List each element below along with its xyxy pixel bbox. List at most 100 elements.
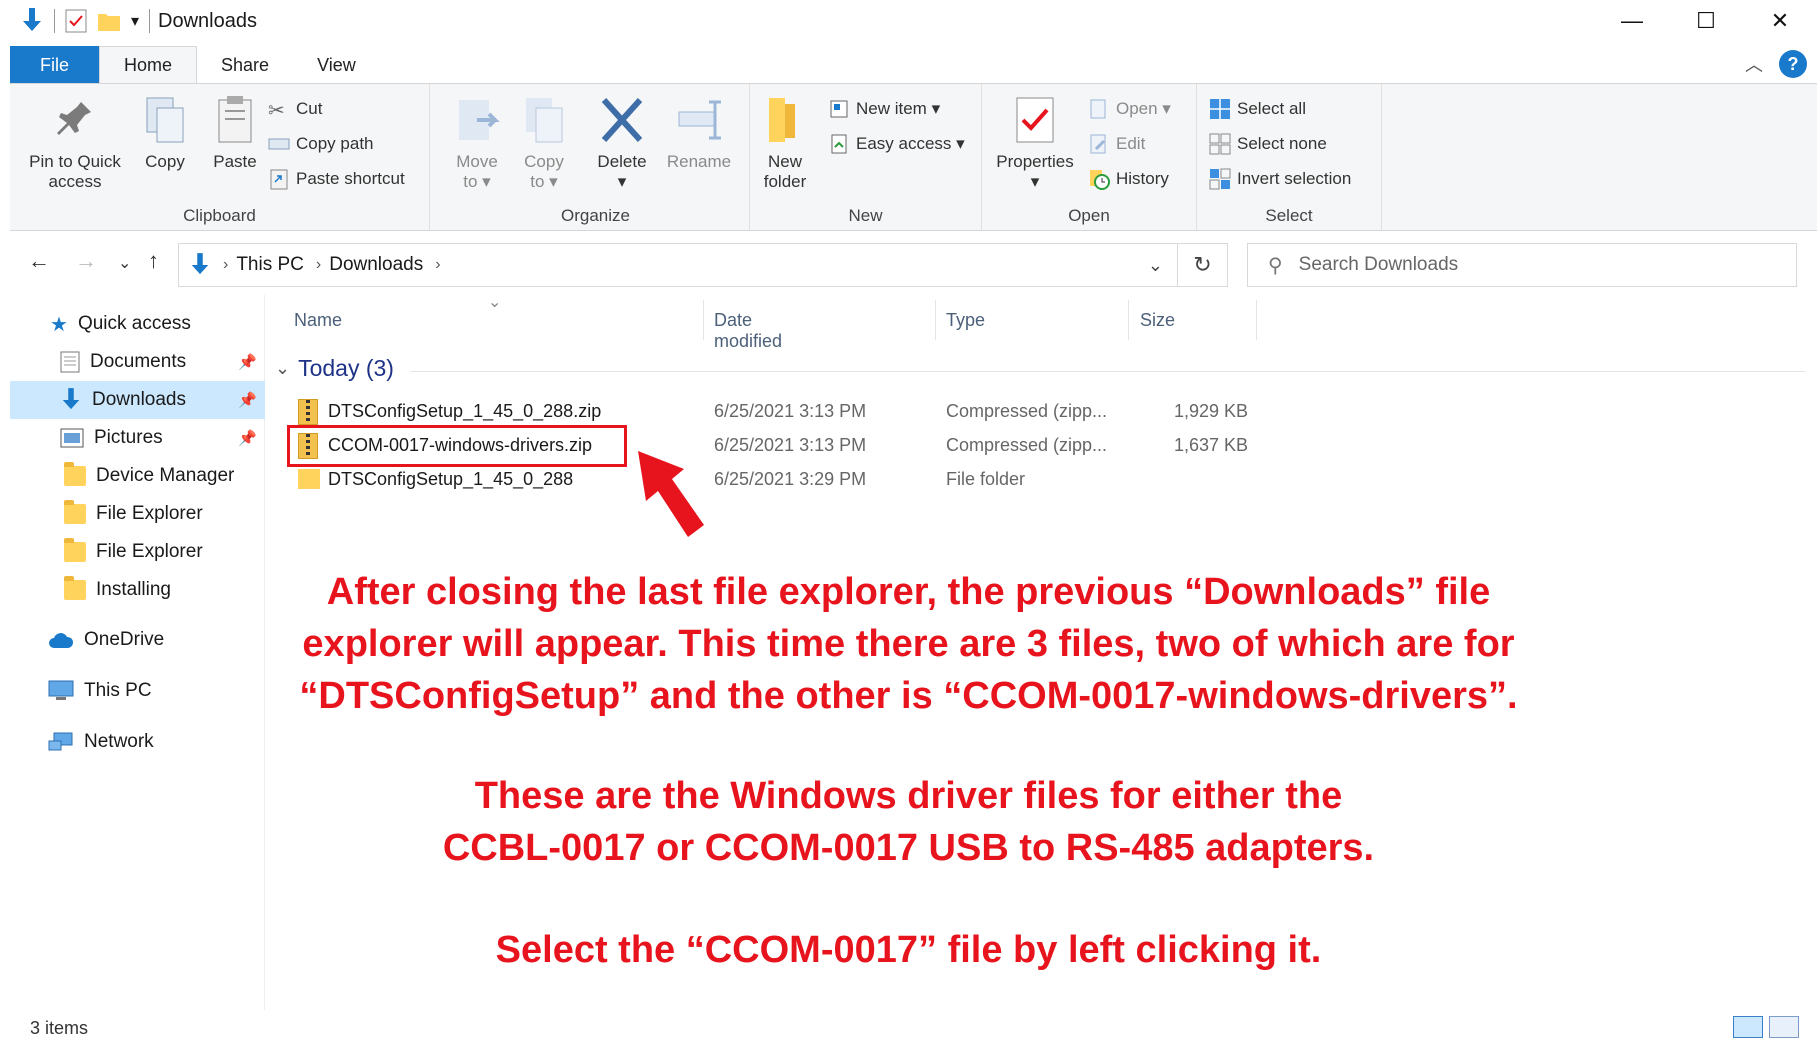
select-all-button[interactable]: Select all xyxy=(1209,94,1306,124)
file-date: 6/25/2021 3:13 PM xyxy=(714,401,867,421)
file-size: 1,637 KB xyxy=(1174,435,1249,455)
tab-home[interactable]: Home xyxy=(99,46,198,84)
annotation-line: explorer will appear. This time there ar… xyxy=(302,623,1515,665)
organize-group-label: Organize xyxy=(561,206,630,225)
copy-to-button[interactable]: Copy to ▾ xyxy=(514,94,574,192)
column-header-size[interactable]: Size xyxy=(1140,310,1175,331)
scissors-icon: ✂ xyxy=(268,100,285,122)
annotation-line: “DTSConfigSetup” and the other is “CCOM-… xyxy=(299,675,1518,717)
navigation-bar: ← → ⌄ ↑ › This PC › Downloads › ⌄ ↻ ⚲ Se… xyxy=(0,240,1817,290)
pin-icon[interactable]: 📌 xyxy=(238,391,257,409)
search-icon: ⚲ xyxy=(1268,254,1283,277)
collapse-ribbon-icon[interactable]: ︿ xyxy=(1745,51,1763,77)
file-type: Compressed (zipp... xyxy=(946,435,1108,455)
up-arrow-icon[interactable]: ↑ xyxy=(148,248,159,274)
paste-button[interactable]: Paste xyxy=(205,94,265,172)
pin-icon[interactable]: 📌 xyxy=(238,429,257,447)
nav-documents[interactable]: Documents 📌 xyxy=(60,343,265,381)
folder-icon xyxy=(64,462,86,486)
invert-selection-button[interactable]: Invert selection xyxy=(1209,164,1351,194)
breadcrumb-separator-icon[interactable]: › xyxy=(435,256,440,274)
nav-device-manager[interactable]: Device Manager xyxy=(64,457,264,495)
zip-file-icon xyxy=(298,399,318,425)
red-pointer-arrow-icon xyxy=(638,451,704,537)
clipboard-group: Pin to Quick access Copy Paste ✂ Cut Cop… xyxy=(10,84,430,230)
easy-access-button[interactable]: Easy access ▾ xyxy=(828,129,965,159)
tab-file[interactable]: File xyxy=(10,46,100,84)
breadcrumb-downloads[interactable]: Downloads xyxy=(329,254,423,276)
nav-file-explorer-1[interactable]: File Explorer xyxy=(64,495,264,533)
open-button[interactable]: Open ▾ xyxy=(1088,94,1171,124)
new-item-icon xyxy=(830,100,848,118)
column-divider[interactable] xyxy=(1256,300,1257,340)
cut-button[interactable]: ✂ Cut xyxy=(268,94,322,124)
nav-pictures[interactable]: Pictures 📌 xyxy=(60,419,265,457)
new-group-label: New xyxy=(848,206,883,225)
file-type: Compressed (zipp... xyxy=(946,401,1108,421)
delete-button[interactable]: Delete ▾ xyxy=(592,94,652,192)
tab-share[interactable]: Share xyxy=(197,46,293,84)
pictures-icon xyxy=(60,428,84,448)
invert-selection-icon xyxy=(1209,168,1231,190)
back-arrow-icon[interactable]: ← xyxy=(28,248,50,274)
large-icons-view-icon[interactable] xyxy=(1769,1016,1799,1038)
column-divider[interactable] xyxy=(1128,300,1129,340)
column-header-date[interactable]: Date modified xyxy=(714,310,782,352)
refresh-button[interactable]: ↻ xyxy=(1178,243,1228,287)
nav-downloads[interactable]: Downloads 📌 xyxy=(10,381,265,419)
column-header-name[interactable]: Name xyxy=(294,310,342,331)
recent-locations-chevron-icon[interactable]: ⌄ xyxy=(118,253,131,273)
new-item-button[interactable]: New item ▾ xyxy=(828,94,940,124)
column-divider[interactable] xyxy=(935,300,936,340)
copy-button[interactable]: Copy xyxy=(135,94,195,172)
new-folder-icon[interactable] xyxy=(97,10,121,32)
annotation-line: Select the “CCOM-0017” file by left clic… xyxy=(495,929,1322,971)
rename-button[interactable]: Rename xyxy=(664,94,734,172)
move-to-button[interactable]: Move to ▾ xyxy=(447,94,507,192)
close-button[interactable]: ✕ xyxy=(1743,0,1817,42)
copy-path-icon xyxy=(268,138,290,150)
nav-network[interactable]: Network xyxy=(48,723,258,761)
column-header-type[interactable]: Type xyxy=(946,310,985,331)
search-input-placeholder[interactable]: Search Downloads xyxy=(1299,254,1458,276)
column-divider[interactable] xyxy=(703,300,704,340)
address-dropdown-icon[interactable]: ⌄ xyxy=(1148,255,1163,276)
copy-path-button[interactable]: Copy path xyxy=(268,129,374,159)
ribbon: Pin to Quick access Copy Paste ✂ Cut Cop… xyxy=(10,83,1817,231)
select-none-button[interactable]: Select none xyxy=(1209,129,1327,159)
window-controls: — ☐ ✕ xyxy=(1595,0,1817,42)
download-arrow-icon[interactable] xyxy=(20,8,44,34)
breadcrumb-this-pc[interactable]: This PC xyxy=(236,254,304,276)
maximize-button[interactable]: ☐ xyxy=(1669,0,1743,42)
help-icon[interactable]: ? xyxy=(1779,50,1807,78)
tab-view[interactable]: View xyxy=(293,46,380,84)
toolbar-separator xyxy=(54,9,55,33)
minimize-button[interactable]: — xyxy=(1595,0,1669,42)
group-header-today[interactable]: ⌄ Today (3) xyxy=(275,355,394,382)
breadcrumb-separator-icon[interactable]: › xyxy=(223,256,228,274)
edit-button[interactable]: Edit xyxy=(1088,129,1145,159)
select-group: Select all Select none Invert selection … xyxy=(1197,84,1382,230)
search-box[interactable]: ⚲ Search Downloads xyxy=(1247,243,1797,287)
file-row[interactable]: DTSConfigSetup_1_45_0_288.zip 6/25/2021 … xyxy=(290,396,1390,428)
details-view-icon[interactable] xyxy=(1733,1016,1763,1038)
new-folder-button[interactable]: New folder xyxy=(755,94,815,192)
paste-shortcut-button[interactable]: Paste shortcut xyxy=(268,164,405,194)
folder-icon xyxy=(64,500,86,524)
address-bar[interactable]: › This PC › Downloads › ⌄ xyxy=(178,243,1178,287)
copy-icon xyxy=(146,97,184,143)
history-button[interactable]: History xyxy=(1088,164,1169,194)
breadcrumb-separator-icon[interactable]: › xyxy=(316,256,321,274)
pin-icon[interactable]: 📌 xyxy=(238,353,257,371)
file-date: 6/25/2021 3:13 PM xyxy=(714,435,867,455)
downloads-location-icon xyxy=(191,253,209,275)
folder-icon xyxy=(64,538,86,562)
collapse-chevron-icon[interactable]: ⌄ xyxy=(275,358,290,379)
file-row[interactable]: DTSConfigSetup_1_45_0_288 6/25/2021 3:29… xyxy=(290,464,1390,496)
properties-button[interactable]: Properties ▾ xyxy=(990,94,1080,192)
properties-check-icon[interactable] xyxy=(65,9,87,33)
pin-to-quick-access-button[interactable]: Pin to Quick access xyxy=(20,94,130,192)
customize-toolbar-icon[interactable]: ▾ xyxy=(131,11,139,31)
forward-arrow-icon[interactable]: → xyxy=(75,248,97,274)
nav-quick-access[interactable]: ★ Quick access xyxy=(50,305,260,343)
